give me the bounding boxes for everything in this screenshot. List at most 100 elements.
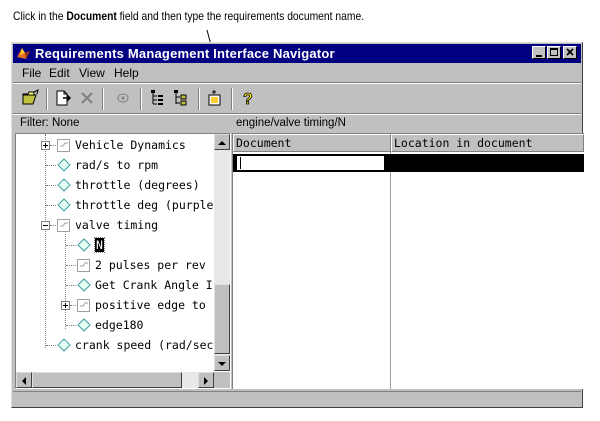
toolbar-separator-line (13, 113, 581, 115)
column-header-location[interactable]: Location in document (391, 134, 584, 152)
tree-item[interactable]: Get Crank Angle I (16, 275, 230, 295)
view-button[interactable] (113, 88, 133, 108)
subsystem-icon (57, 219, 70, 232)
text-caret (240, 157, 241, 169)
tree-vertical-scrollbar[interactable] (214, 134, 230, 371)
tree-item-label: 2 pulses per rev (95, 258, 206, 272)
toolbar-separator (198, 88, 200, 110)
model-tree[interactable]: Vehicle Dynamics rad/s to rpm throttle (… (15, 133, 231, 389)
arrow-up-icon (218, 141, 226, 145)
delete-button[interactable] (77, 88, 97, 108)
tree-item-label: crank speed (rad/sec (75, 338, 214, 352)
block-icon (57, 178, 71, 192)
tree-item-label: rad/s to rpm (75, 158, 159, 172)
tree-item-label: valve timing (75, 218, 159, 232)
view-icon (117, 93, 129, 103)
toolbar: ? (13, 85, 581, 113)
maximize-button[interactable] (547, 46, 561, 59)
subsystem-icon (77, 299, 90, 312)
tree-item-label: N (94, 237, 105, 253)
tree-line (66, 285, 76, 286)
column-header-document[interactable]: Document (233, 134, 391, 152)
tree-line (66, 265, 76, 266)
scroll-left-button[interactable] (16, 372, 32, 388)
expand-toggle[interactable] (41, 141, 50, 150)
tree-line (66, 325, 76, 326)
tree-item[interactable]: edge180 (16, 315, 230, 335)
tree-item-label: Get Crank Angle I (95, 278, 213, 292)
tree-item[interactable]: crank speed (rad/sec (16, 335, 230, 355)
scroll-thumb[interactable] (214, 284, 230, 354)
subsystem-icon (77, 259, 90, 272)
collapse-tree-button[interactable] (171, 88, 191, 108)
tree-line (46, 185, 56, 186)
open-button[interactable] (21, 88, 41, 108)
tree-item[interactable]: valve timing (16, 215, 230, 235)
toolbar-separator (102, 88, 104, 110)
scroll-up-button[interactable] (214, 134, 230, 150)
tree-item-selected[interactable]: N (16, 235, 230, 255)
title-bar[interactable]: Requirements Management Interface Naviga… (13, 44, 581, 63)
maximize-icon (550, 48, 558, 56)
tree-horizontal-scrollbar[interactable] (16, 372, 230, 388)
expand-toggle[interactable] (61, 301, 70, 310)
filter-label: Filter: None (20, 117, 80, 129)
tree-item-label: throttle (degrees) (75, 178, 200, 192)
svg-text:?: ? (243, 91, 253, 108)
selected-path-label: engine/valve timing/N (236, 117, 346, 129)
menu-edit[interactable]: Edit (49, 65, 70, 81)
scrollbar-corner (214, 372, 230, 388)
help-button[interactable]: ? (238, 88, 258, 109)
help-icon: ? (243, 91, 254, 109)
toolbar-separator (140, 88, 142, 110)
tree-line (46, 345, 56, 346)
block-icon (77, 278, 91, 292)
collapse-tree-icon (174, 90, 187, 106)
new-link-icon (56, 90, 72, 106)
menu-help[interactable]: Help (114, 65, 139, 81)
open-folder-icon (22, 89, 39, 105)
tree-line (46, 205, 56, 206)
location-cell[interactable] (391, 154, 584, 172)
close-button[interactable] (563, 46, 577, 59)
block-icon (77, 318, 91, 332)
window-title: Requirements Management Interface Naviga… (35, 46, 335, 61)
arrow-down-icon (218, 362, 226, 366)
collapse-toggle[interactable] (41, 221, 50, 230)
document-field[interactable] (236, 155, 385, 171)
expand-tree-button[interactable] (148, 88, 168, 108)
arrow-left-icon (22, 377, 26, 385)
subsystem-icon (57, 139, 70, 152)
tree-item[interactable]: throttle (degrees) (16, 175, 230, 195)
block-icon (57, 338, 71, 352)
scroll-down-button[interactable] (214, 355, 230, 371)
expand-tree-icon (151, 90, 163, 105)
tree-item-label: Vehicle Dynamics (75, 138, 186, 152)
tree-line (66, 245, 76, 246)
menu-file[interactable]: File (22, 65, 41, 81)
tree-item[interactable]: positive edge to (16, 295, 230, 315)
column-divider (390, 152, 391, 389)
new-item-button[interactable] (205, 88, 225, 108)
tree-item[interactable]: Vehicle Dynamics (16, 135, 230, 155)
menu-view[interactable]: View (79, 65, 105, 81)
scroll-thumb[interactable] (32, 372, 182, 388)
close-icon (566, 48, 574, 56)
minimize-button[interactable] (532, 46, 546, 59)
status-bar (13, 391, 581, 406)
scroll-right-button[interactable] (198, 372, 214, 388)
tree-item[interactable]: 2 pulses per rev (16, 255, 230, 275)
block-icon (57, 158, 71, 172)
menu-separator (13, 82, 581, 84)
new-link-button[interactable] (53, 88, 73, 108)
tree-item[interactable]: rad/s to rpm (16, 155, 230, 175)
delete-icon (81, 92, 93, 104)
tree-line (46, 165, 56, 166)
requirements-grid[interactable]: Document Location in document (232, 133, 584, 389)
toolbar-separator (231, 88, 233, 110)
tree-item-label: throttle deg (purple (75, 198, 214, 212)
block-icon (57, 198, 71, 212)
minimize-icon (536, 55, 542, 57)
block-icon (77, 238, 91, 252)
tree-item[interactable]: throttle deg (purple (16, 195, 230, 215)
